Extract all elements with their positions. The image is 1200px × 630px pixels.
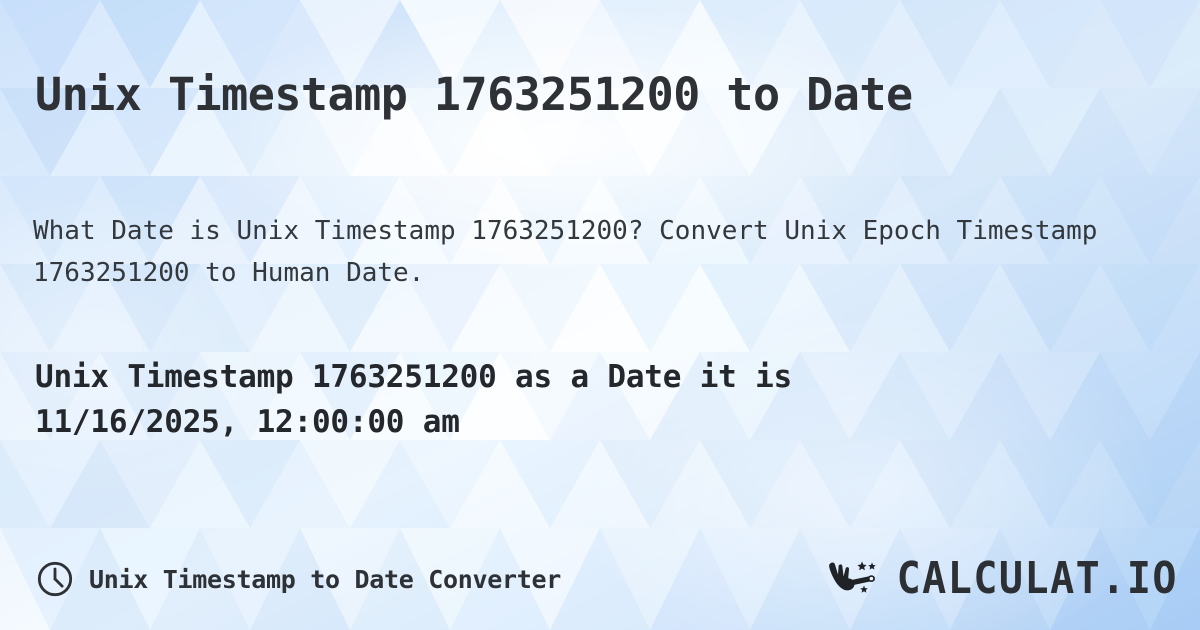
magic-wand-hand-icon: [828, 561, 876, 593]
og-image-card: Unix Timestamp 1763251200 to Date What D…: [0, 0, 1200, 630]
result-line-date: 11/16/2025, 12:00:00 am: [35, 404, 460, 440]
conversion-result: Unix Timestamp 1763251200 as a Date it i…: [35, 355, 1165, 445]
brand-name: CALCULAT.IO: [896, 554, 1178, 604]
footer-converter-link[interactable]: Unix Timestamp to Date Converter: [36, 548, 561, 610]
brand-logo[interactable]: CALCULAT.IO: [825, 548, 1178, 610]
result-line-primary: Unix Timestamp 1763251200 as a Date it i…: [35, 359, 793, 395]
page-title: Unix Timestamp 1763251200 to Date: [35, 68, 913, 122]
footer: Unix Timestamp to Date Converter CALCULA…: [0, 548, 1200, 610]
clock-icon: [37, 561, 73, 597]
page-description: What Date is Unix Timestamp 1763251200? …: [33, 216, 1098, 288]
footer-label: Unix Timestamp to Date Converter: [89, 564, 562, 594]
